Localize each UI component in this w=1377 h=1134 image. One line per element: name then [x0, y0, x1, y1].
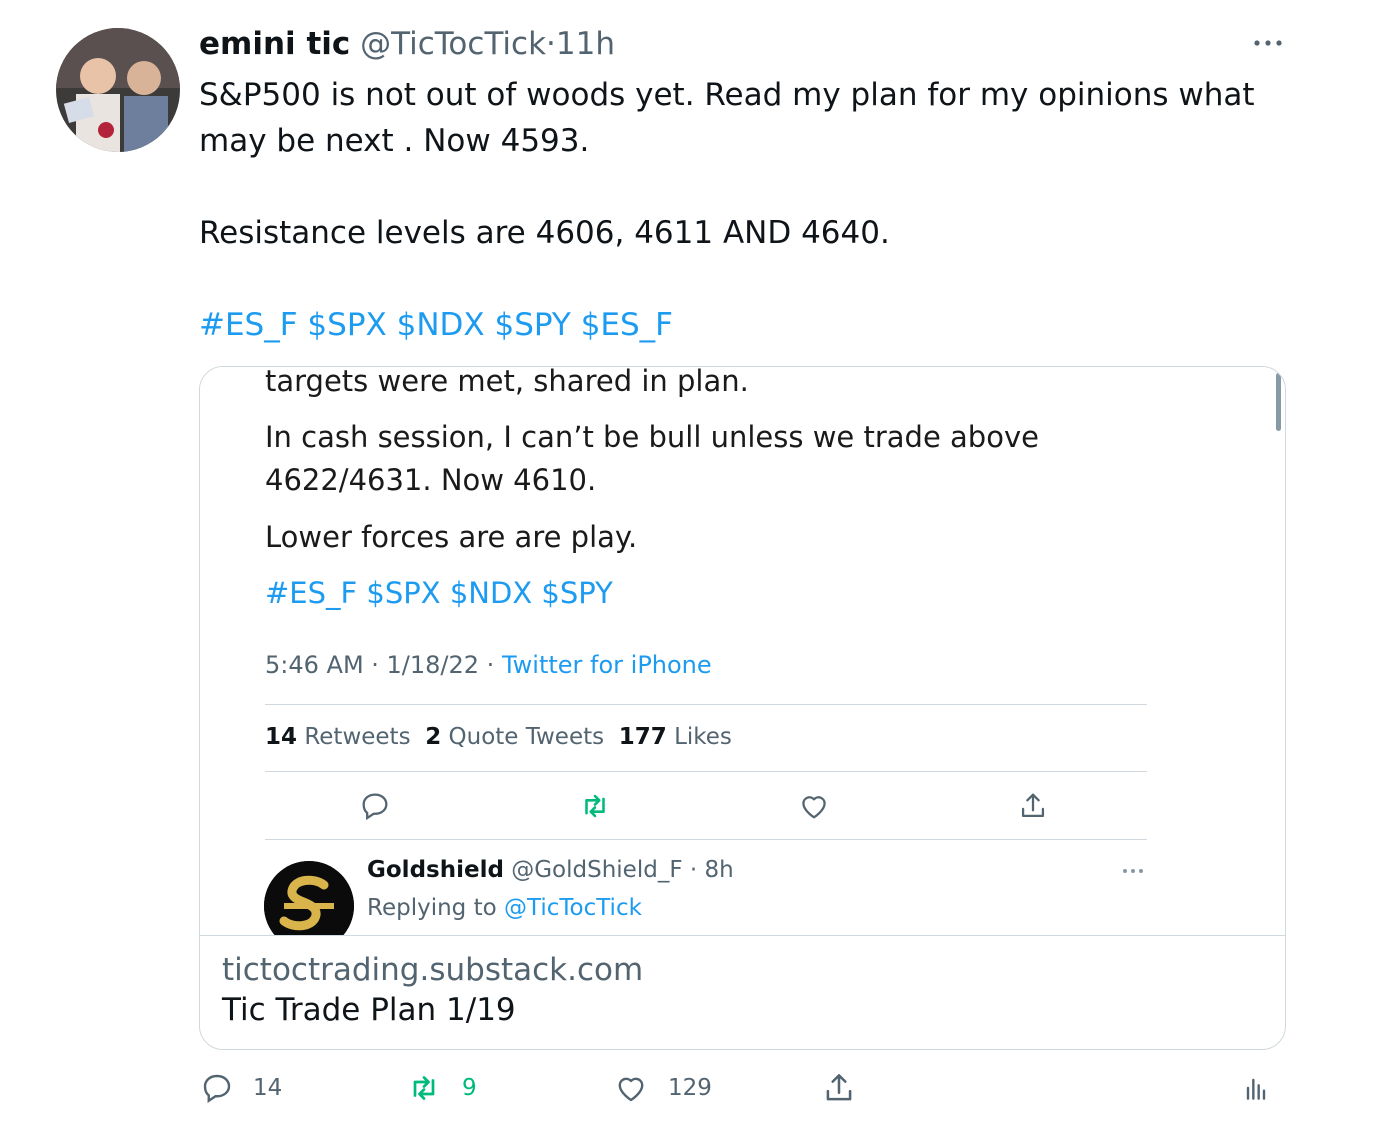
- tweet-header: emini tic @TicTocTick·11h: [199, 24, 615, 64]
- separator-dot: ·: [546, 26, 556, 62]
- avatar-photo: [56, 28, 180, 152]
- display-name[interactable]: emini tic: [199, 26, 350, 62]
- user-handle[interactable]: @TicTocTick: [360, 26, 546, 62]
- card-image-screenshot: targets were met, shared in plan. In cas…: [200, 367, 1285, 935]
- divider: [265, 771, 1147, 772]
- reply-count: 14: [253, 1075, 283, 1101]
- link-card[interactable]: targets were met, shared in plan. In cas…: [199, 366, 1286, 1050]
- replying-handle: @TicTocTick: [503, 895, 642, 921]
- heart-icon: [797, 789, 831, 823]
- reply-header: Goldshield @GoldShield_F · 8h: [367, 857, 734, 883]
- reply-more-icon: [1120, 861, 1146, 881]
- more-icon[interactable]: [1250, 28, 1286, 58]
- reply-name: Goldshield: [367, 857, 504, 883]
- tweet-time[interactable]: 11h: [556, 26, 615, 62]
- stat-count: 2: [425, 724, 442, 750]
- share-icon: [826, 1074, 852, 1101]
- screenshot-stats: 14 Retweets 2 Quote Tweets 177 Likes: [265, 724, 732, 750]
- retweet-icon: [578, 789, 612, 823]
- screenshot-meta: 5:46 AM · 1/18/22 · Twitter for iPhone: [265, 651, 712, 679]
- retweet-button[interactable]: 9: [404, 1068, 477, 1108]
- scrollbar-thumb: [1276, 373, 1281, 431]
- reply-handle-time: @GoldShield_F · 8h: [511, 857, 734, 883]
- stat-count: 14: [265, 724, 298, 750]
- tweet-text-line: may be next . Now 4593.: [199, 123, 590, 159]
- stat-label: Retweets: [304, 724, 411, 750]
- screenshot-meta-time: 5:46 AM · 1/18/22 ·: [265, 651, 502, 679]
- author-avatar[interactable]: [56, 28, 180, 152]
- tweet-text-line: S&P500 is not out of woods yet. Read my …: [199, 77, 1255, 113]
- heart-icon: [618, 1077, 644, 1102]
- screenshot-text: 4622/4631. Now 4610.: [265, 463, 597, 497]
- screenshot-hashtags: #ES_F $SPX $NDX $SPY: [265, 576, 613, 610]
- screenshot-text: Lower forces are are play.: [265, 520, 638, 554]
- like-button[interactable]: 129: [612, 1068, 712, 1108]
- analytics-button[interactable]: [1240, 1068, 1272, 1108]
- replying-prefix: Replying to: [367, 895, 504, 921]
- reply-icon: [203, 1074, 231, 1103]
- reply-avatar: [264, 861, 354, 935]
- retweet-icon: [413, 1076, 435, 1100]
- stat-count: 177: [618, 724, 667, 750]
- stat-label: Likes: [674, 724, 732, 750]
- reply-button[interactable]: 14: [199, 1068, 282, 1108]
- replying-to: Replying to @TicTocTick: [367, 895, 642, 921]
- tweet-hashtags[interactable]: #ES_F $SPX $NDX $SPY $ES_F: [199, 302, 1259, 348]
- tweet-text: S&P500 is not out of woods yet. Read my …: [199, 72, 1259, 348]
- screenshot-text: In cash session, I can’t be bull unless …: [265, 420, 1039, 454]
- reply-icon: [358, 789, 392, 823]
- screenshot-meta-source: Twitter for iPhone: [501, 651, 712, 679]
- card-footer[interactable]: tictoctrading.substack.com Tic Trade Pla…: [200, 935, 1285, 1049]
- share-button[interactable]: [820, 1068, 858, 1108]
- screenshot-text: targets were met, shared in plan.: [265, 367, 749, 398]
- stat-label: Quote Tweets: [448, 724, 605, 750]
- card-title: Tic Trade Plan 1/19: [222, 992, 516, 1028]
- retweet-count: 9: [462, 1075, 477, 1101]
- like-count: 129: [668, 1075, 712, 1101]
- divider: [265, 839, 1147, 840]
- share-icon: [1016, 789, 1050, 823]
- tweet-text-line: Resistance levels are 4606, 4611 AND 464…: [199, 215, 890, 251]
- analytics-icon: [1246, 1078, 1266, 1100]
- card-domain: tictoctrading.substack.com: [222, 952, 644, 988]
- divider: [265, 704, 1147, 705]
